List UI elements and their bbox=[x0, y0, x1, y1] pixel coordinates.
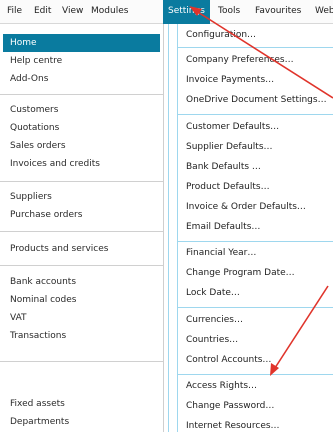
sidebar-divider bbox=[0, 181, 163, 182]
menu-item-bank-defaults[interactable]: Bank Defaults … bbox=[186, 157, 261, 177]
menu-tools[interactable]: Tools bbox=[213, 0, 245, 24]
menu-item-lock-date[interactable]: Lock Date… bbox=[186, 283, 240, 303]
menu-separator bbox=[178, 374, 333, 375]
sidebar-item-home[interactable]: Home bbox=[3, 34, 160, 52]
menu-item-countries[interactable]: Countries… bbox=[186, 330, 238, 350]
menu-item-product-defaults[interactable]: Product Defaults… bbox=[186, 177, 270, 197]
menu-item-control-accounts[interactable]: Control Accounts… bbox=[186, 350, 271, 370]
menu-separator bbox=[178, 114, 333, 115]
sidebar-item-quotations[interactable]: Quotations bbox=[3, 119, 160, 137]
menu-favourites[interactable]: Favourites bbox=[250, 0, 306, 24]
menu-bar: File Edit View Modules Settings Tools Fa… bbox=[0, 0, 333, 24]
menu-file[interactable]: File bbox=[2, 0, 27, 24]
sidebar-item-suppliers[interactable]: Suppliers bbox=[3, 188, 160, 206]
menu-item-onedrive-document-settings[interactable]: OneDrive Document Settings… bbox=[186, 90, 327, 110]
sidebar-item-add-ons[interactable]: Add-Ons bbox=[3, 70, 160, 88]
menu-separator bbox=[178, 241, 333, 242]
sidebar-item-sales-orders[interactable]: Sales orders bbox=[3, 137, 160, 155]
sidebar-item-products-and-services[interactable]: Products and services bbox=[3, 240, 160, 258]
sidebar-item-transactions[interactable]: Transactions bbox=[3, 327, 160, 345]
menu-edit[interactable]: Edit bbox=[29, 0, 56, 24]
sidebar-divider bbox=[0, 94, 163, 95]
menu-item-access-rights[interactable]: Access Rights… bbox=[186, 376, 257, 396]
sidebar: Home Help centre Add-Ons Customers Quota… bbox=[0, 24, 164, 432]
menu-item-currencies[interactable]: Currencies… bbox=[186, 310, 243, 330]
sidebar-item-departments[interactable]: Departments bbox=[3, 413, 160, 431]
settings-menu-gutter bbox=[168, 24, 178, 432]
menu-item-invoice-payments[interactable]: Invoice Payments… bbox=[186, 70, 274, 90]
menu-separator bbox=[178, 47, 333, 48]
menu-item-financial-year[interactable]: Financial Year… bbox=[186, 243, 256, 263]
menu-item-change-password[interactable]: Change Password… bbox=[186, 396, 274, 416]
menu-settings[interactable]: Settings bbox=[163, 0, 210, 24]
menu-item-internet-resources[interactable]: Internet Resources… bbox=[186, 416, 280, 436]
menu-item-supplier-defaults[interactable]: Supplier Defaults… bbox=[186, 137, 273, 157]
sidebar-item-nominal-codes[interactable]: Nominal codes bbox=[3, 291, 160, 309]
settings-dropdown-menu: Configuration… Company Preferences… Invo… bbox=[178, 24, 333, 432]
sidebar-item-vat[interactable]: VAT bbox=[3, 309, 160, 327]
sidebar-item-purchase-orders[interactable]: Purchase orders bbox=[3, 206, 160, 224]
sidebar-item-help-centre[interactable]: Help centre bbox=[3, 52, 160, 70]
menu-item-change-program-date[interactable]: Change Program Date… bbox=[186, 263, 295, 283]
sidebar-divider bbox=[0, 361, 163, 362]
menu-item-configuration[interactable]: Configuration… bbox=[186, 25, 256, 45]
menu-view[interactable]: View bbox=[57, 0, 88, 24]
sidebar-divider bbox=[0, 265, 163, 266]
sidebar-divider bbox=[0, 231, 163, 232]
menu-webl[interactable]: WebL bbox=[310, 0, 333, 24]
menu-modules[interactable]: Modules bbox=[86, 0, 133, 24]
sidebar-item-customers[interactable]: Customers bbox=[3, 101, 160, 119]
sidebar-item-bank-accounts[interactable]: Bank accounts bbox=[3, 273, 160, 291]
sidebar-item-fixed-assets[interactable]: Fixed assets bbox=[3, 395, 160, 413]
sidebar-item-invoices-and-credits[interactable]: Invoices and credits bbox=[3, 155, 160, 173]
menu-item-customer-defaults[interactable]: Customer Defaults… bbox=[186, 117, 279, 137]
menu-item-email-defaults[interactable]: Email Defaults… bbox=[186, 217, 260, 237]
menu-item-invoice-order-defaults[interactable]: Invoice & Order Defaults… bbox=[186, 197, 306, 217]
menu-separator bbox=[178, 307, 333, 308]
menu-item-company-preferences[interactable]: Company Preferences… bbox=[186, 50, 294, 70]
